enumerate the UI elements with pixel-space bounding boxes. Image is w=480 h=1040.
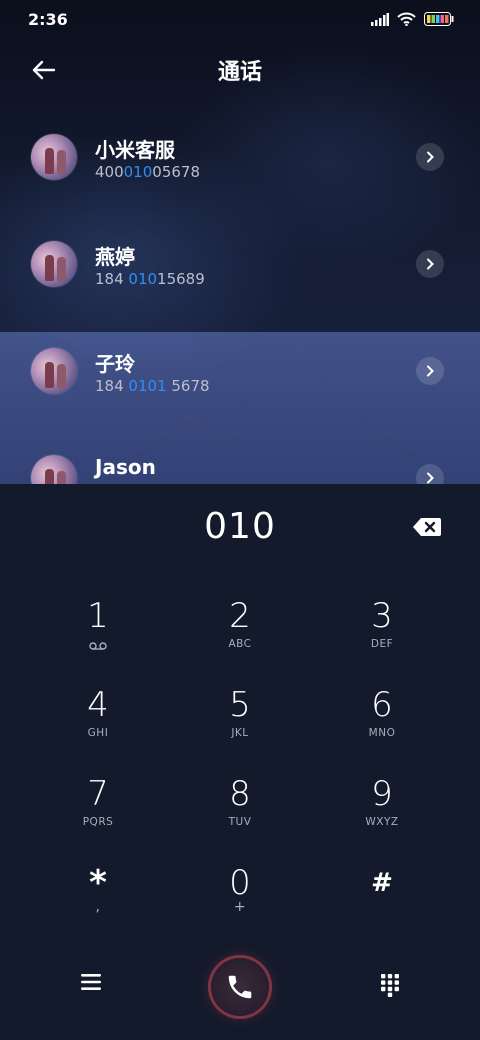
contact-number: 184 0101 5678 [95,377,210,395]
call-button[interactable] [211,958,269,1016]
wifi-icon [397,12,416,26]
key-8[interactable]: 8 TUV [180,774,300,854]
dialer-panel: 010 1 2 ABC 3 DEF 4 GHI 5 JKL 6 MNO 7 PQ… [0,484,480,1040]
phone-icon [228,975,252,999]
page-title: 通话 [217,60,262,85]
key-7[interactable]: 7 PQRS [38,774,158,854]
contact-name: 小米客服 [95,138,175,162]
signal-icon [371,12,389,26]
dialpad-toggle-button[interactable] [380,973,400,1001]
dialpad-icon [381,974,399,997]
contact-detail-button[interactable] [416,143,444,171]
voicemail-icon [89,642,107,650]
key-9[interactable]: 9 WXYZ [322,774,442,854]
battery-icon [424,12,454,26]
menu-icon [81,974,101,990]
chevron-right-icon [427,472,434,484]
key-hash[interactable]: # [322,863,442,943]
contact-row[interactable]: 子玲 184 0101 5678 [0,320,480,424]
avatar [31,241,77,287]
backspace-button[interactable] [412,516,442,538]
key-star[interactable]: * , [38,863,158,943]
avatar [31,134,77,180]
key-1[interactable]: 1 [38,596,158,676]
contact-name: 子玲 [95,352,135,376]
key-0[interactable]: 0 + [180,863,300,943]
chevron-right-icon [427,151,434,163]
avatar [31,455,77,484]
contact-name: Jason [95,455,156,479]
key-2[interactable]: 2 ABC [180,596,300,676]
status-bar: 2:36 [0,0,480,38]
header: 通话 [0,48,480,92]
contact-number: 184 01015689 [95,270,205,288]
chevron-right-icon [427,258,434,270]
contact-detail-button[interactable] [416,250,444,278]
contact-name: 燕婷 [95,245,135,269]
chevron-right-icon [427,365,434,377]
avatar [31,348,77,394]
key-6[interactable]: 6 MNO [322,685,442,765]
menu-button[interactable] [80,972,102,996]
key-5[interactable]: 5 JKL [180,685,300,765]
key-4[interactable]: 4 GHI [38,685,158,765]
key-3[interactable]: 3 DEF [322,596,442,676]
status-icons [371,12,454,26]
contact-detail-button[interactable] [416,464,444,484]
backspace-icon [413,518,441,536]
contact-row[interactable]: 燕婷 184 01015689 [0,213,480,317]
status-time: 2:36 [28,9,68,29]
dialed-number: 010 [204,506,276,547]
contact-row[interactable]: 小米客服 40001005678 [0,106,480,210]
contact-detail-button[interactable] [416,357,444,385]
contact-number: 40001005678 [95,163,200,181]
contact-row[interactable]: Jason [0,427,480,484]
